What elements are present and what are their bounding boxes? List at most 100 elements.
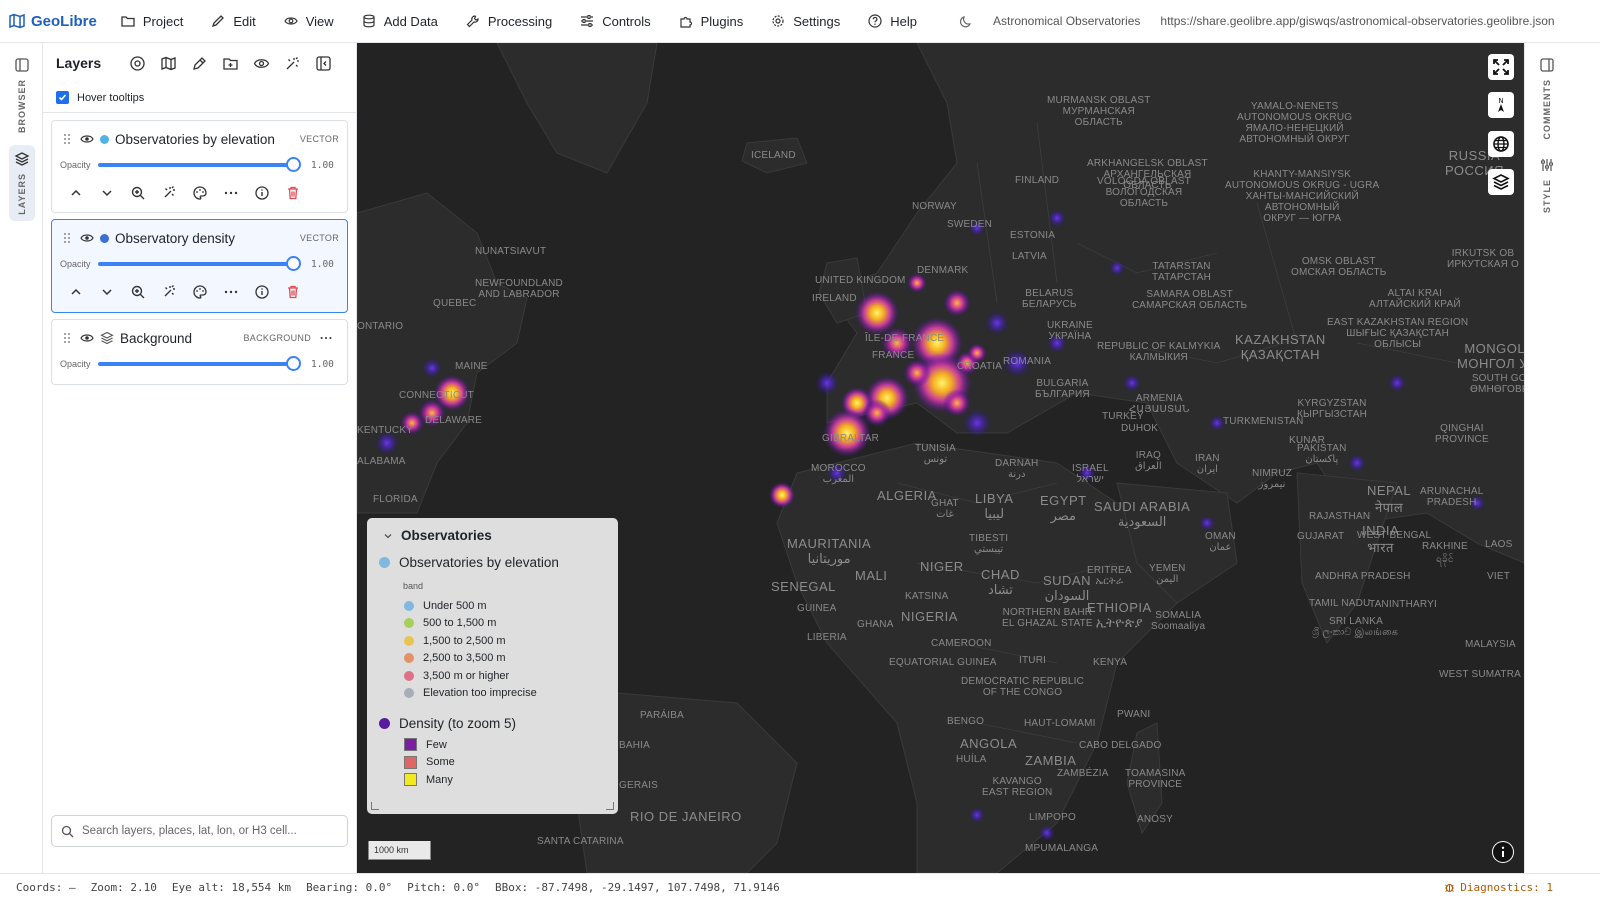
- opacity-slider-handle[interactable]: [286, 356, 301, 371]
- browser-tab[interactable]: BROWSER: [9, 57, 35, 133]
- info-icon[interactable]: [254, 185, 270, 201]
- map-label: LIBYA ليبيا: [975, 491, 1014, 521]
- map-label: WEST SUMATRA: [1439, 669, 1522, 680]
- zoom-to-layer-icon[interactable]: [130, 284, 146, 300]
- menu-view[interactable]: View: [274, 0, 352, 43]
- trash-icon[interactable]: [285, 284, 301, 300]
- layer-card-background[interactable]: Background BACKGROUND Opacity 1.00: [51, 319, 348, 385]
- menu-add-data[interactable]: Add Data: [352, 0, 456, 43]
- style-tab[interactable]: STYLE: [1534, 157, 1560, 213]
- status-zoom: Zoom: 2.10: [90, 880, 157, 894]
- drag-handle-icon[interactable]: [62, 231, 72, 245]
- select-features-icon[interactable]: [161, 284, 177, 300]
- add-folder-icon[interactable]: [222, 55, 239, 72]
- gear-icon: [772, 15, 784, 27]
- info-icon[interactable]: [254, 284, 270, 300]
- palette-icon[interactable]: [192, 284, 208, 300]
- map-label: MPUMALANGA: [1025, 843, 1099, 854]
- trash-icon[interactable]: [285, 185, 301, 201]
- magic-select-icon[interactable]: [284, 55, 301, 72]
- fullscreen-button[interactable]: [1488, 54, 1514, 80]
- opacity-slider[interactable]: [98, 356, 301, 371]
- hover-tooltips-toggle[interactable]: Hover tooltips: [43, 83, 356, 113]
- palette-icon[interactable]: [192, 185, 208, 201]
- layer-name[interactable]: Background: [120, 331, 243, 346]
- app-brand[interactable]: GeoLibre: [9, 13, 97, 30]
- layer-card-density[interactable]: Observatory density VECTOR Opacity 1.00: [51, 219, 348, 313]
- comments-tab[interactable]: COMMENTS: [1534, 57, 1560, 140]
- map-label: LIMPOPO: [1029, 812, 1076, 823]
- basemap-icon[interactable]: [129, 55, 146, 72]
- project-url[interactable]: https://share.geolibre.app/giswqs/astron…: [1160, 14, 1554, 28]
- project-title: Astronomical Observatories: [993, 14, 1141, 28]
- hover-tooltips-checkbox[interactable]: [56, 91, 69, 104]
- layers-tab[interactable]: LAYERS: [9, 145, 35, 221]
- globe-button[interactable]: [1488, 131, 1514, 157]
- opacity-slider[interactable]: [98, 256, 301, 271]
- menu-help[interactable]: Help: [858, 0, 935, 43]
- layer-name[interactable]: Observatory density: [115, 231, 300, 246]
- map-label: SAMARA OBLAST САМАРСКАЯ ОБЛАСТЬ: [1132, 289, 1248, 311]
- visibility-icon[interactable]: [253, 55, 270, 72]
- legend-header[interactable]: Observatories: [383, 528, 606, 543]
- menu-processing[interactable]: Processing: [456, 0, 570, 43]
- layer-card-elevation[interactable]: Observatories by elevation VECTOR Opacit…: [51, 120, 348, 213]
- more-icon[interactable]: [223, 284, 239, 300]
- map-label: SWEDEN: [947, 219, 993, 230]
- map-layer-icon[interactable]: [160, 55, 177, 72]
- menu-plugins[interactable]: Plugins: [669, 0, 762, 43]
- menu-settings-label: Settings: [793, 13, 841, 29]
- more-icon[interactable]: [319, 331, 333, 345]
- menu-project[interactable]: Project: [111, 0, 201, 43]
- eye-icon: [284, 17, 298, 25]
- menu-settings[interactable]: Settings: [761, 0, 858, 43]
- map-label: DARNAH درنة: [995, 458, 1039, 480]
- panel-icon: [15, 58, 29, 72]
- map-label: SOMALIA Soomaaliya: [1151, 610, 1206, 632]
- map-label: SAUDI ARABIA السعودية: [1094, 499, 1191, 529]
- opacity-slider-handle[interactable]: [286, 256, 301, 271]
- moon-icon[interactable]: [959, 14, 973, 28]
- chevron-down-icon[interactable]: [99, 185, 115, 201]
- layer-color-dot: [100, 134, 109, 144]
- layer-search-input[interactable]: Search layers, places, lat, lon, or H3 c…: [51, 815, 348, 847]
- opacity-slider[interactable]: [98, 157, 301, 172]
- diagnostics-button[interactable]: Diagnostics: 1: [1444, 881, 1553, 894]
- menu-edit[interactable]: Edit: [201, 0, 273, 43]
- legend-resize-handle[interactable]: [371, 802, 379, 810]
- chevron-up-icon[interactable]: [68, 284, 84, 300]
- menu-processing-label: Processing: [487, 13, 553, 29]
- project-info: Astronomical Observatories https://share…: [959, 14, 1555, 28]
- map-canvas[interactable]: MURMANSK OBLAST МУРМАНСКАЯ ОБЛАСТЬ YAMALO-…: [357, 43, 1524, 873]
- eye-icon[interactable]: [80, 331, 94, 345]
- attribution-button[interactable]: [1492, 841, 1514, 863]
- draw-icon[interactable]: [191, 55, 208, 72]
- globe-icon: [1493, 136, 1509, 152]
- collapse-panel-icon[interactable]: [315, 55, 332, 72]
- eye-icon[interactable]: [80, 231, 94, 245]
- compass-button[interactable]: N: [1488, 92, 1514, 118]
- drag-handle-icon[interactable]: [62, 132, 72, 146]
- map-label: PWANI: [1117, 709, 1151, 720]
- map-label: MOROCCO المغرب: [811, 463, 866, 485]
- map-label: FLORIDA: [373, 494, 418, 505]
- chevron-up-icon[interactable]: [68, 185, 84, 201]
- chevron-down-icon[interactable]: [99, 284, 115, 300]
- select-features-icon[interactable]: [161, 185, 177, 201]
- zoom-to-layer-icon[interactable]: [130, 185, 146, 201]
- drag-handle-icon[interactable]: [62, 331, 72, 345]
- opacity-slider-handle[interactable]: [286, 157, 301, 172]
- map-label: TOAMASINA PROVINCE: [1125, 768, 1186, 790]
- layer-switcher-button[interactable]: [1488, 169, 1514, 195]
- more-icon[interactable]: [223, 185, 239, 201]
- eye-icon[interactable]: [80, 132, 94, 146]
- map-label: QINGHAI PROVINCE: [1435, 423, 1489, 445]
- comments-tab-label: COMMENTS: [1542, 79, 1552, 140]
- map-label: PAKISTAN پاکستان: [1297, 443, 1347, 465]
- map-label: REPUBLIC OF KALMYKIA КАЛМЫКИЯ: [1097, 341, 1221, 363]
- layer-header: Observatory density VECTOR: [52, 220, 347, 256]
- menu-controls[interactable]: Controls: [570, 0, 668, 43]
- legend-resize-handle[interactable]: [606, 802, 614, 810]
- layer-name[interactable]: Observatories by elevation: [115, 132, 300, 147]
- chevron-down-icon[interactable]: [383, 531, 393, 541]
